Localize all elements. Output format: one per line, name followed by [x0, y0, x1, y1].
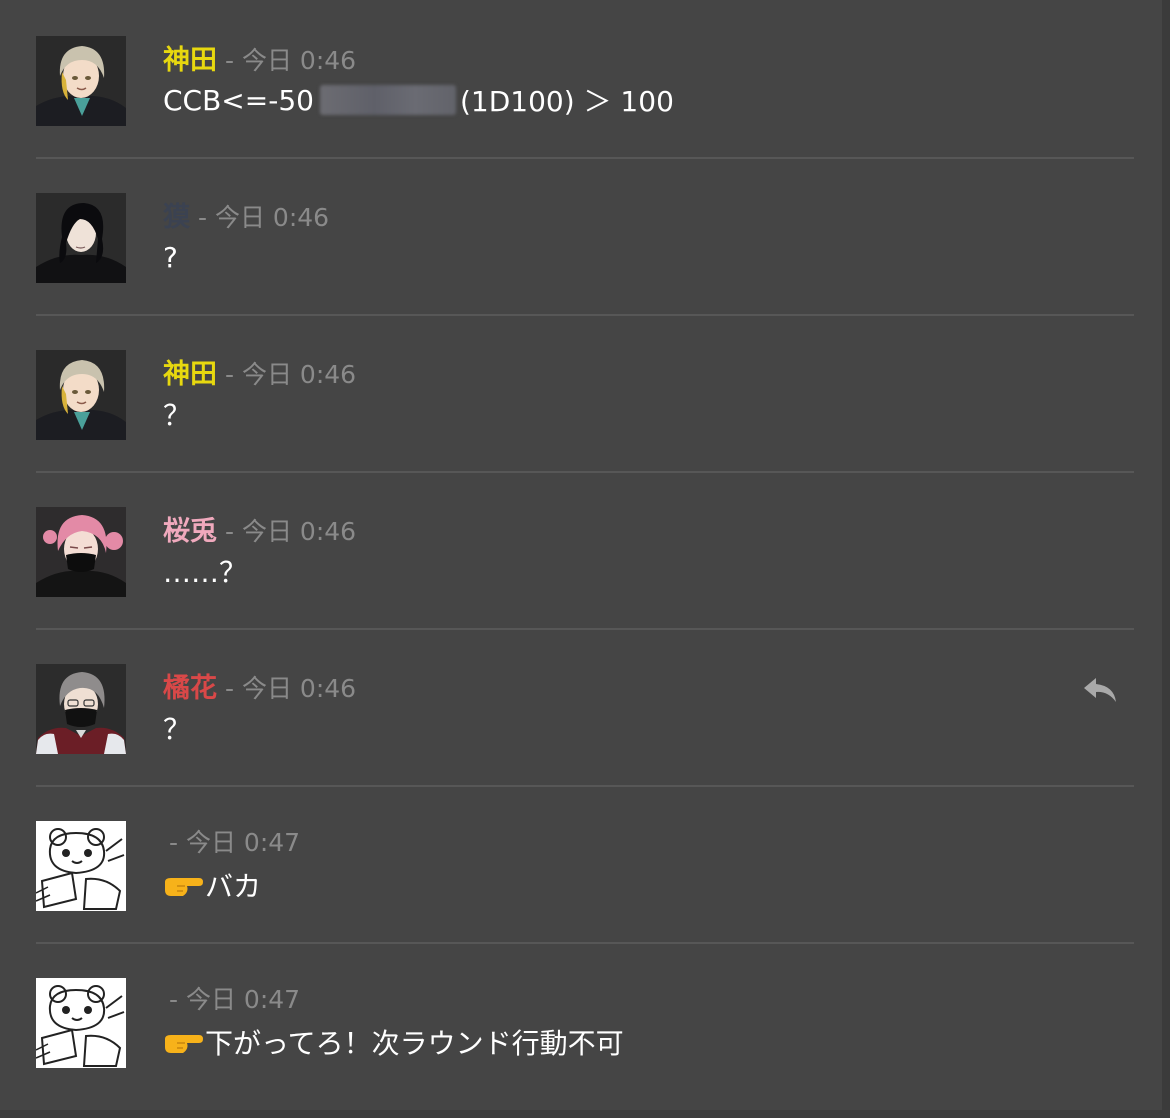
timestamp: - 今日 0:47 — [169, 828, 301, 857]
gray-haired-man-avatar[interactable] — [36, 36, 126, 126]
timestamp: - 今日 0:46 — [225, 46, 357, 75]
dice-result: (1D100) ＞ 100 — [459, 85, 674, 118]
masked-man-avatar[interactable] — [36, 664, 126, 754]
message-header: 獏 - 今日 0:46 — [163, 195, 330, 234]
bottom-edge — [0, 1110, 1170, 1118]
message-text: ……？ — [163, 551, 247, 591]
message-content: ？ — [163, 713, 192, 746]
chat-message: 獏 - 今日 0:46 ? — [36, 157, 1134, 316]
timestamp: - 今日 0:46 — [225, 360, 357, 389]
timestamp: - 今日 0:46 — [198, 203, 330, 232]
black-haired-man-avatar[interactable] — [36, 193, 126, 283]
message-text: CCB<=-50 (1D100) ＞ 100 — [163, 80, 674, 120]
dice-command: CCB<=-50 — [163, 83, 314, 117]
message-header: 神田 - 今日 0:46 — [163, 38, 357, 77]
scroll-edge — [1162, 0, 1170, 1118]
timestamp: - 今日 0:46 — [225, 674, 357, 703]
bear-sketch-avatar[interactable] — [36, 821, 126, 911]
timestamp: - 今日 0:46 — [225, 517, 357, 546]
redacted-block — [319, 85, 456, 115]
chat-message: 神田 - 今日 0:46 ？ — [36, 314, 1134, 473]
message-header: - 今日 0:47 — [163, 980, 300, 1016]
speaker-name[interactable]: 獏 — [163, 195, 190, 234]
chat-message: 桜兎 - 今日 0:46 ……？ — [36, 471, 1134, 630]
message-text: ？ — [163, 708, 191, 748]
message-header: - 今日 0:47 — [163, 823, 300, 859]
chat-message: 神田 - 今日 0:46 CCB<=-50 (1D100) ＞ 100 — [36, 0, 1134, 159]
bear-sketch-avatar[interactable] — [36, 978, 126, 1068]
message-content: 下がってろ！次ラウンド行動不可 — [205, 1027, 624, 1060]
speaker-name[interactable]: 桜兎 — [163, 509, 217, 548]
speaker-name[interactable]: 神田 — [163, 38, 217, 77]
message-content: バカ — [205, 870, 262, 903]
message-header: 神田 - 今日 0:46 — [163, 352, 357, 391]
message-text: ？ — [163, 394, 191, 434]
message-content: ……？ — [163, 556, 248, 589]
chat-log: 神田 - 今日 0:46 CCB<=-50 (1D100) ＞ 100 獏 - … — [0, 0, 1162, 1110]
message-text: ? — [163, 237, 178, 277]
gray-haired-man-avatar[interactable] — [36, 350, 126, 440]
message-text: バカ — [163, 865, 261, 905]
message-content: ？ — [163, 399, 192, 432]
message-text: 下がってろ！次ラウンド行動不可 — [163, 1022, 624, 1062]
message-header: 橘花 - 今日 0:46 — [163, 666, 357, 705]
pointing-right-emoji — [163, 870, 203, 900]
message-header: 桜兎 - 今日 0:46 — [163, 509, 357, 548]
message-content: ? — [163, 240, 178, 274]
speaker-name[interactable]: 神田 — [163, 352, 217, 391]
chat-message: 橘花 - 今日 0:46 ？ — [36, 628, 1134, 787]
timestamp: - 今日 0:47 — [169, 985, 301, 1014]
pink-haired-man-avatar[interactable] — [36, 507, 126, 597]
pointing-right-emoji — [163, 1027, 203, 1057]
chat-message: - 今日 0:47 バカ — [36, 785, 1134, 944]
reply-icon[interactable] — [1082, 674, 1118, 704]
speaker-name[interactable]: 橘花 — [163, 666, 217, 705]
chat-message: - 今日 0:47 下がってろ！次ラウンド行動不可 — [36, 942, 1134, 1099]
